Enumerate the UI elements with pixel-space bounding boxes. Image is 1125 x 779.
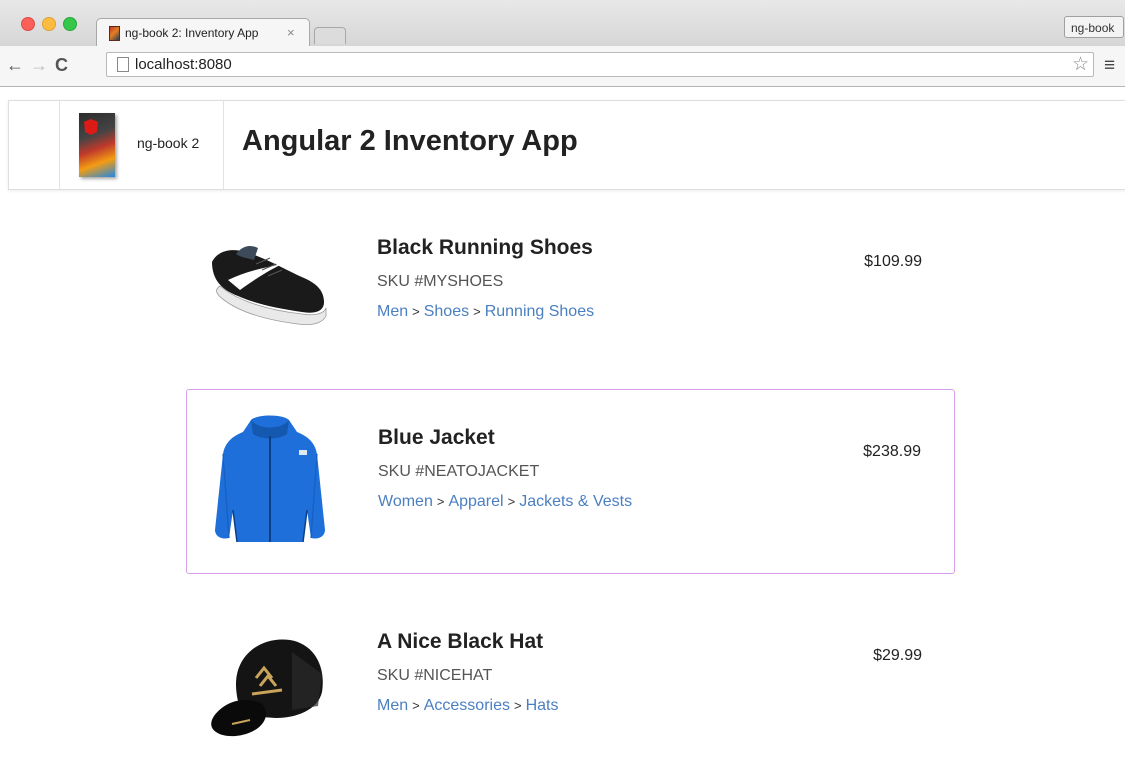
minimize-window-button[interactable] [42, 17, 56, 31]
product-sku: SKU #NICEHAT [377, 667, 493, 684]
browser-toolbar: ← → C localhost:8080 ☆ ≡ [0, 46, 1125, 87]
hat-image [206, 614, 332, 754]
reload-icon[interactable]: C [55, 55, 68, 76]
product-department-breadcrumb: Men > Shoes > Running Shoes [377, 303, 594, 321]
product-name: Blue Jacket [378, 426, 495, 449]
department-link[interactable]: Accessories [424, 697, 510, 714]
product-sku: SKU #NEATOJACKET [378, 463, 540, 480]
menu-icon[interactable]: ≡ [1104, 55, 1115, 77]
breadcrumb-separator: > [507, 494, 516, 509]
browser-tab[interactable]: ng-book 2: Inventory App × [96, 18, 310, 47]
breadcrumb-separator: > [436, 494, 445, 509]
page-icon [117, 57, 129, 72]
department-link[interactable]: Women [378, 493, 433, 510]
page-title: Angular 2 Inventory App [242, 125, 578, 157]
breadcrumb-separator: > [412, 304, 420, 319]
app-header: ng-book 2 Angular 2 Inventory App [8, 100, 1125, 190]
breadcrumb-separator: > [513, 698, 522, 713]
product-price: $109.99 [864, 253, 922, 270]
page-content: ng-book 2 Angular 2 Inventory App Black … [0, 86, 1125, 778]
url-text[interactable]: localhost:8080 [135, 56, 232, 73]
favicon-icon [109, 26, 120, 41]
department-link[interactable]: Jackets & Vests [519, 493, 632, 510]
forward-arrow-icon[interactable]: → [30, 55, 48, 76]
product-row[interactable]: A Nice Black Hat SKU #NICEHAT Men > Access… [186, 594, 955, 779]
product-row[interactable]: Black Running Shoes SKU #MYSHOES Men > Sho… [186, 200, 955, 385]
product-price: $29.99 [873, 647, 922, 664]
new-tab-button[interactable] [314, 27, 346, 44]
browser-titlebar: ng-book 2: Inventory App × ng-book [0, 0, 1125, 47]
department-link[interactable]: Men [377, 303, 408, 320]
product-price: $238.99 [863, 443, 921, 460]
breadcrumb-separator: > [473, 304, 481, 319]
department-link[interactable]: Running Shoes [485, 303, 594, 320]
back-arrow-icon[interactable]: ← [6, 55, 24, 76]
tab-title: ng-book 2: Inventory App [125, 26, 259, 40]
department-link[interactable]: Men [377, 697, 408, 714]
product-department-breadcrumb: Men > Accessories > Hats [377, 697, 558, 715]
department-link[interactable]: Apparel [448, 493, 503, 510]
address-bar[interactable]: localhost:8080 ☆ [106, 52, 1094, 77]
department-link[interactable]: Shoes [424, 303, 469, 320]
header-divider [223, 101, 224, 189]
product-sku: SKU #MYSHOES [377, 273, 504, 290]
close-window-button[interactable] [21, 17, 35, 31]
product-department-breadcrumb: Women > Apparel > Jackets & Vests [378, 493, 632, 511]
header-divider [59, 101, 60, 189]
profile-button[interactable]: ng-book [1064, 16, 1124, 38]
brand-label[interactable]: ng-book 2 [137, 135, 199, 151]
shoe-image [206, 220, 332, 360]
product-name: Black Running Shoes [377, 236, 593, 259]
department-link[interactable]: Hats [526, 697, 559, 714]
breadcrumb-separator: > [412, 698, 420, 713]
product-name: A Nice Black Hat [377, 630, 544, 653]
product-row-selected[interactable]: Blue Jacket SKU #NEATOJACKET Women > Appar… [186, 389, 955, 574]
jacket-image [207, 410, 333, 550]
book-cover-logo[interactable] [79, 113, 115, 177]
zoom-window-button[interactable] [63, 17, 77, 31]
tab-close-icon[interactable]: × [287, 25, 295, 40]
bookmark-star-icon[interactable]: ☆ [1072, 53, 1089, 76]
angular-logo-icon [84, 119, 98, 135]
